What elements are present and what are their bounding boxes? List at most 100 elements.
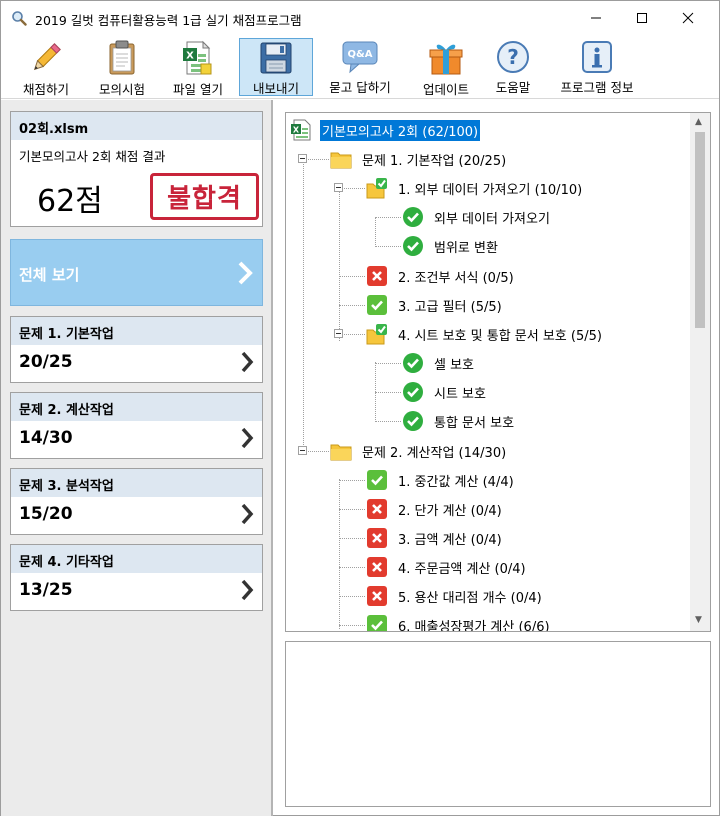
problem-score: 20/25 [19, 352, 73, 372]
red-x-icon [367, 586, 387, 606]
app-magnifier-icon [12, 11, 27, 26]
result-subtitle: 기본모의고사 2회 채점 결과 [19, 149, 166, 164]
folder-icon [330, 152, 352, 169]
tree-node[interactable]: 통합 문서 보호 [402, 408, 516, 434]
clipboard-icon [109, 40, 135, 75]
tree-connector [375, 363, 401, 364]
tree-node[interactable]: 4. 주문금액 계산 (0/4) [366, 554, 528, 580]
tree-connector [339, 276, 365, 277]
tree-node[interactable]: 6. 매출성장평가 계산 (6/6) [366, 612, 552, 632]
qa-button[interactable]: Q&A 묻고 답하기 [319, 38, 401, 96]
green-check-circle-icon [403, 353, 423, 373]
mock-exam-button[interactable]: 모의시험 [87, 38, 157, 97]
problem-card-1[interactable]: 문제 1. 기본작업 20/25 [10, 316, 263, 383]
program-info-button[interactable]: 프로그램 정보 [549, 38, 645, 96]
chevron-right-icon [241, 503, 254, 525]
qa-bubble-icon: Q&A [342, 41, 378, 74]
folder-check-icon [366, 178, 387, 199]
tree-root-label: 기본모의고사 2회 (62/100) [320, 119, 481, 141]
tree-node[interactable]: 범위로 변환 [402, 233, 500, 259]
view-all-button[interactable]: 전체 보기 [10, 239, 263, 306]
panel-splitter[interactable] [271, 100, 273, 816]
folder-check-icon [366, 324, 387, 345]
window-title: 2019 길벗 컴퓨터활용능력 1급 실기 채점프로그램 [35, 13, 302, 28]
tree-node[interactable]: 3. 고급 필터 (5/5) [366, 292, 504, 318]
tree-connector [339, 509, 365, 510]
total-score: 62점 [37, 184, 103, 219]
update-button[interactable]: 업데이트 [411, 38, 481, 97]
tree-node[interactable]: 4. 시트 보호 및 통합 문서 보호 (5/5) [366, 321, 604, 347]
tree-node[interactable]: 외부 데이터 가져오기 [402, 204, 552, 230]
problem-title: 문제 1. 기본작업 [11, 317, 262, 345]
scroll-up-icon[interactable]: ▲ [695, 117, 702, 127]
minimize-button[interactable] [573, 1, 619, 35]
problem-score: 14/30 [19, 428, 73, 448]
tree-connector [339, 625, 365, 626]
tree-node-label: 4. 주문금액 계산 (0/4) [398, 561, 526, 577]
red-x-icon [367, 266, 387, 286]
grade-button[interactable]: 채점하기 [11, 38, 81, 97]
chevron-right-icon [241, 427, 254, 449]
red-x-icon [367, 528, 387, 548]
scroll-down-icon[interactable]: ▼ [695, 615, 702, 625]
tree-node-label: 문제 2. 계산작업 (14/30) [362, 445, 507, 461]
tree-node[interactable]: 1. 외부 데이터 가져오기 (10/10) [366, 175, 584, 201]
maximize-button[interactable] [619, 1, 665, 35]
tree-node[interactable]: 셀 보호 [402, 350, 476, 376]
problem-card-3[interactable]: 문제 3. 분석작업 15/20 [10, 468, 263, 535]
tree-node-label: 외부 데이터 가져오기 [434, 211, 550, 227]
collapse-toggle[interactable] [334, 329, 343, 338]
problem-card-4[interactable]: 문제 4. 기타작업 13/25 [10, 544, 263, 611]
chevron-right-icon [241, 351, 254, 373]
tree-node[interactable]: 문제 1. 기본작업 (20/25) [330, 146, 508, 172]
tree-node[interactable]: 5. 용산 대리점 개수 (0/4) [366, 583, 544, 609]
red-x-icon [367, 499, 387, 519]
close-button[interactable] [665, 1, 711, 35]
toolbar: 채점하기 모의시험 X 파일 열기 내보내기 Q&A 묻고 답하기 업데이트 ?… [1, 35, 719, 99]
green-check-circle-icon [403, 207, 423, 227]
tree-node-label: 문제 1. 기본작업 (20/25) [362, 153, 507, 169]
tree-node[interactable]: 3. 금액 계산 (0/4) [366, 525, 504, 551]
tree-connector [339, 479, 340, 629]
pencil-icon [33, 43, 61, 71]
tree-node-label: 2. 단가 계산 (0/4) [398, 503, 502, 519]
floppy-disk-icon [260, 42, 292, 74]
collapse-toggle[interactable] [298, 154, 307, 163]
tree-node[interactable]: 1. 중간값 계산 (4/4) [366, 467, 516, 493]
chevron-right-icon [241, 579, 254, 601]
scroll-thumb[interactable] [695, 132, 705, 328]
tree-node-label: 1. 중간값 계산 (4/4) [398, 474, 514, 490]
tree-scrollbar[interactable]: ▲ ▼ [690, 113, 710, 631]
green-check-icon [367, 470, 387, 490]
tree-connector [339, 305, 365, 306]
tree-node[interactable]: 문제 2. 계산작업 (14/30) [330, 438, 508, 464]
tree-root[interactable]: X 기본모의고사 2회 (62/100) [290, 117, 481, 143]
tree-node-label: 1. 외부 데이터 가져오기 (10/10) [398, 182, 583, 198]
result-tree[interactable]: X 기본모의고사 2회 (62/100) 문제 1. 기본작업 (20/25) … [285, 112, 711, 632]
problem-card-2[interactable]: 문제 2. 계산작업 14/30 [10, 392, 263, 459]
export-button[interactable]: 내보내기 [239, 38, 313, 96]
fail-stamp: 불합격 [150, 173, 259, 220]
detail-panel[interactable] [285, 641, 711, 807]
collapse-toggle[interactable] [298, 446, 307, 455]
red-x-icon [367, 557, 387, 577]
tree-node-label: 통합 문서 보호 [434, 415, 515, 431]
help-button[interactable]: ? 도움말 [485, 38, 541, 96]
left-panel: 02회.xlsm 기본모의고사 2회 채점 결과 62점 불합격 전체 보기 문… [1, 100, 271, 816]
tree-node[interactable]: 시트 보호 [402, 379, 488, 405]
open-file-button[interactable]: X 파일 열기 [163, 38, 233, 97]
close-icon [682, 12, 694, 24]
info-icon [582, 41, 612, 73]
collapse-toggle[interactable] [334, 183, 343, 192]
green-check-circle-icon [403, 411, 423, 431]
tree-node-label: 셀 보호 [434, 357, 475, 373]
qa-button-label: 묻고 답하기 [329, 80, 391, 95]
result-card: 02회.xlsm 기본모의고사 2회 채점 결과 62점 불합격 [10, 111, 263, 227]
result-filename: 02회.xlsm [11, 112, 262, 140]
grade-button-label: 채점하기 [22, 82, 69, 97]
tree-node[interactable]: 2. 조건부 서식 (0/5) [366, 263, 516, 289]
tree-node[interactable]: 2. 단가 계산 (0/4) [366, 496, 504, 522]
question-icon: ? [497, 41, 529, 73]
title-bar: 2019 길벗 컴퓨터활용능력 1급 실기 채점프로그램 [1, 1, 719, 35]
tree-node-label: 6. 매출성장평가 계산 (6/6) [398, 619, 550, 632]
